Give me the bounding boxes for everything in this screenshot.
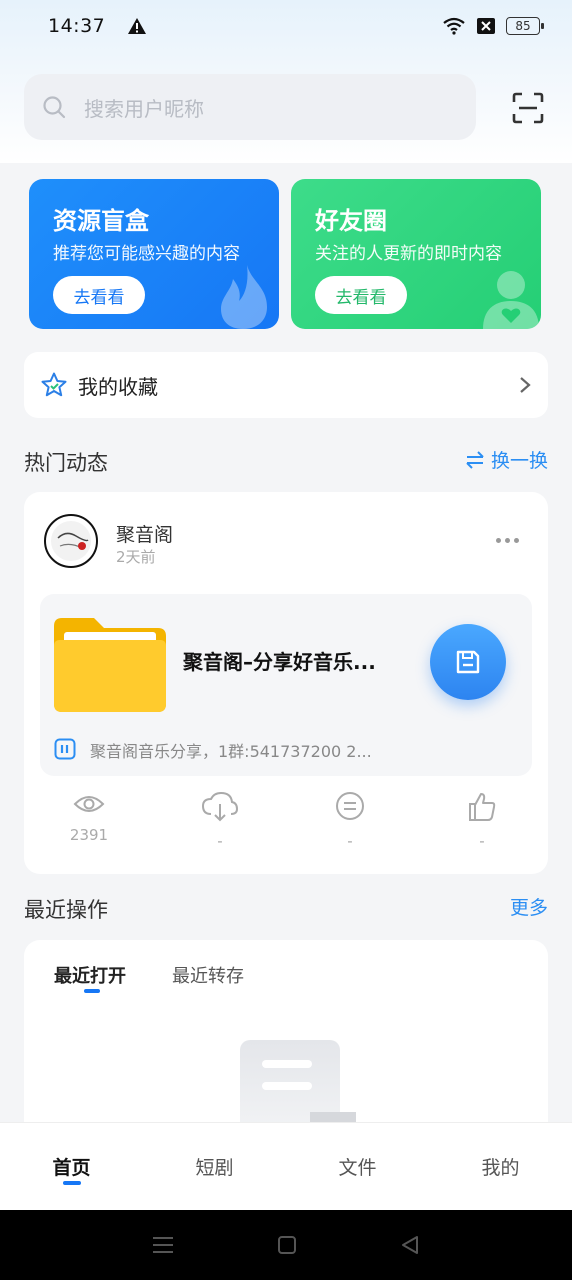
folder-icon [54,618,166,712]
search-placeholder: 搜索用户昵称 [84,96,204,121]
nav-short-drama[interactable]: 短剧 [143,1123,286,1210]
save-icon [456,650,480,674]
search-input[interactable]: 搜索用户昵称 [24,74,476,140]
refresh-label: 换一换 [491,450,549,472]
file-title: 聚音阁–分享好音乐... [183,650,376,674]
more-link[interactable]: 更多 [510,893,548,920]
menu-icon[interactable] [152,1235,174,1255]
shared-file[interactable]: 聚音阁–分享好音乐... 聚音阁音乐分享，1群:541737200 2... [40,594,532,776]
nav-home-label: 首页 [52,1157,91,1179]
chevron-right-icon [520,377,531,393]
favorites-row[interactable]: 我的收藏 [24,352,548,418]
download-stat[interactable]: - [160,792,280,850]
more-icon[interactable] [496,538,519,543]
nav-files[interactable]: 文件 [286,1123,429,1210]
card-title: 资源盲盒 [53,207,149,235]
nav-home[interactable]: 首页 [0,1123,143,1210]
app-badge-icon [54,738,76,760]
views-stat: 2391 [29,792,149,844]
system-navigation-bar [0,1210,572,1280]
nav-mine-label: 我的 [481,1157,520,1179]
download-count: - [217,832,223,850]
tab-indicator [84,989,100,993]
save-button[interactable] [430,624,506,700]
comment-icon [336,792,364,820]
recent-operations-panel: 最近打开 最近转存 [24,940,548,1140]
nav-mine[interactable]: 我的 [429,1123,572,1210]
battery-level: 85 [515,19,531,33]
author-name[interactable]: 聚音阁 [116,520,173,547]
avatar[interactable] [44,514,98,568]
recent-section-title: 最近操作 [24,898,108,922]
nav-indicator [62,1181,81,1185]
comment-count: - [347,832,353,850]
refresh-button[interactable]: 换一换 [465,446,548,473]
friends-circle-card[interactable]: 好友圈 关注的人更新的即时内容 去看看 [291,179,541,329]
go-look-button[interactable]: 去看看 [53,276,145,314]
battery-indicator: 85 [506,17,544,35]
post-card: 聚音阁 2天前 聚音阁–分享好音乐... 聚音阁音乐分享，1群:54173720… [24,492,548,874]
home-icon[interactable] [277,1235,297,1255]
favorites-label: 我的收藏 [78,374,158,399]
cloud-download-icon [201,792,239,822]
tab-recent-opened[interactable]: 最近打开 [54,962,126,988]
card-subtitle: 关注的人更新的即时内容 [315,244,502,264]
status-time: 14:37 [48,15,106,37]
nav-files-label: 文件 [338,1157,377,1179]
tab-recent-saved[interactable]: 最近转存 [172,962,244,988]
flame-icon [221,265,267,329]
comment-stat[interactable]: - [290,792,410,850]
star-icon [41,372,67,397]
status-bar: 14:37 85 [0,0,572,52]
swap-icon [466,450,484,469]
like-count: - [479,832,485,850]
wifi-icon [443,17,465,35]
avatar-image [51,521,91,561]
bottom-nav: 首页 短剧 文件 我的 [0,1122,572,1210]
file-description: 聚音阁音乐分享，1群:541737200 2... [90,742,372,761]
resource-blindbox-card[interactable]: 资源盲盒 推荐您可能感兴趣的内容 去看看 [29,179,279,329]
like-stat[interactable]: - [422,792,542,850]
hot-section-title: 热门动态 [24,451,108,475]
more-label: 更多 [510,897,549,919]
back-icon[interactable] [400,1235,420,1255]
post-time: 2天前 [116,548,156,566]
views-count: 2391 [69,826,109,844]
search-icon [43,96,66,119]
sim-blocked-icon [477,18,495,34]
warning-icon [128,18,147,34]
scan-icon[interactable] [512,92,544,124]
person-heart-icon [483,271,539,329]
eye-icon [73,796,105,812]
nav-short-drama-label: 短剧 [195,1157,234,1179]
thumbs-up-icon [469,793,496,821]
go-look-button[interactable]: 去看看 [315,276,407,314]
card-title: 好友圈 [315,207,387,235]
